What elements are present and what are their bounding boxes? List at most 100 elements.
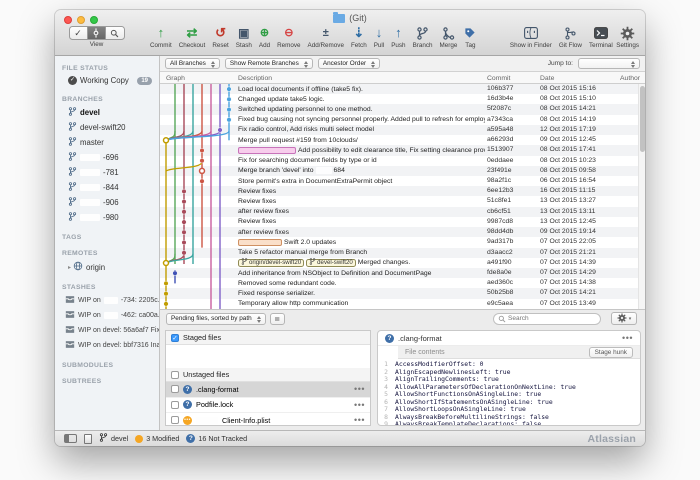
toolbar-remove-button[interactable]: ⊖Remove <box>277 25 300 49</box>
gear-icon <box>617 313 627 325</box>
commit-date: 13 Oct 2015 12:45 <box>540 217 596 227</box>
sidebar-item-wip-on[interactable]: WIP on-734: 2205c... <box>55 293 159 308</box>
unstaged-files-header: Unstaged files <box>166 368 370 382</box>
toolbar-tag-button[interactable]: Tag <box>464 25 476 49</box>
branch-icon <box>68 212 77 223</box>
commit-list: Load local documents if offline (take5 f… <box>160 84 645 309</box>
redacted-text <box>80 169 100 176</box>
bottom-panels: ✓ Staged files Unstaged files ? .clang-f… <box>160 327 645 430</box>
file-row--clang-format[interactable]: ? .clang-format ••• <box>166 382 370 398</box>
sidebar-item-label: -844 <box>103 183 119 192</box>
view-segment-log-icon[interactable] <box>88 27 106 39</box>
file-checkbox[interactable] <box>171 401 179 409</box>
toolbar-push-button[interactable]: ↑Push <box>391 25 405 49</box>
unstaged-checkbox[interactable] <box>171 371 179 379</box>
file-row-client-info-plist[interactable]: ••• Client-Info.plist ••• <box>166 413 370 426</box>
toolbar-button-label: Show in Finder <box>510 42 552 49</box>
sidebar-item-wip-on-devel-56a6af7-fixe-[interactable]: WIP on devel: 56a6af7 Fixe... <box>55 323 159 338</box>
chevron-down-icon: ▾ <box>629 316 632 322</box>
diff-options-button[interactable]: ▾ <box>611 312 637 325</box>
sidebar-item--980[interactable]: -980 <box>55 210 159 225</box>
toolbar-show-in-finder-button[interactable]: Show in Finder <box>510 25 552 49</box>
toolbar-commit-button[interactable]: ↑Commit <box>150 25 172 49</box>
file-row-podfile-lock[interactable]: ? Podfile.lock ••• <box>166 398 370 414</box>
toolbar-pull-button[interactable]: ↓Pull <box>374 25 385 49</box>
description-cell: Fixed bug causing not syncing personnel … <box>238 115 485 125</box>
toolbar-button-label: Add/Remove <box>308 42 344 49</box>
file-checkbox[interactable] <box>171 385 179 393</box>
line-number: 9 <box>378 421 395 425</box>
column-header-date[interactable]: Date <box>540 75 554 82</box>
commit-hash: 6ee12b3 <box>487 186 513 196</box>
toolbar-fetch-button[interactable]: ⇣Fetch <box>351 25 367 49</box>
description-cell: Swift 2.0 updates <box>238 237 485 247</box>
sidebar-item--696[interactable]: -696 <box>55 150 159 165</box>
staged-checkbox[interactable]: ✓ <box>171 334 179 342</box>
toolbar-checkout-button[interactable]: ⇄Checkout <box>179 25 206 49</box>
view-segment-checkmark-icon[interactable]: ✓ <box>70 27 88 39</box>
toolbar-terminal-button[interactable]: Terminal <box>589 25 613 49</box>
commit-hash: 51c8fe1 <box>487 196 511 206</box>
sidebar-item-master[interactable]: master <box>55 135 159 150</box>
sidebar-item-working-copy[interactable]: ✓Working Copy19 <box>55 74 159 87</box>
file-actions-menu[interactable]: ••• <box>354 416 365 424</box>
toolbar-add-button[interactable]: ⊕Add <box>259 25 270 49</box>
sidebar-toggle-icon[interactable] <box>64 434 77 443</box>
file-actions-menu[interactable]: ••• <box>622 334 633 342</box>
file-actions-menu[interactable]: ••• <box>354 385 365 393</box>
branch-icon <box>68 107 77 118</box>
sidebar-item-devel-swift20[interactable]: devel-swift20 <box>55 120 159 135</box>
search-input[interactable] <box>508 315 588 322</box>
toolbar-add-remove-button[interactable]: ±Add/Remove <box>308 25 344 49</box>
chevron-right-icon[interactable]: ▸ <box>68 264 71 271</box>
current-branch-label: devel <box>111 434 128 443</box>
column-header-graph[interactable]: Graph <box>166 75 185 82</box>
file-actions-menu[interactable]: ••• <box>354 401 365 409</box>
file-status-view-icon[interactable] <box>84 434 92 444</box>
toolbar-git-flow-button[interactable]: Git Flow <box>559 25 582 49</box>
sidebar-item-wip-on-devel-bbf7316-ina-[interactable]: WIP on devel: bbf7316 Ina... <box>55 338 159 353</box>
filter-dropdown-ancestor-order[interactable]: Ancestor Order <box>318 58 380 70</box>
commit-list-scrollbar[interactable] <box>638 84 645 309</box>
filter-dropdown-all-branches[interactable]: All Branches <box>165 58 220 70</box>
filter-dropdown-show-remote-branches[interactable]: Show Remote Branches <box>225 58 313 70</box>
stage-hunk-button[interactable]: Stage hunk <box>589 347 633 358</box>
untracked-file-icon: ? <box>183 400 192 409</box>
column-header-description[interactable]: Description <box>238 75 272 82</box>
search-box[interactable] <box>493 313 601 325</box>
sidebar-item--781[interactable]: -781 <box>55 165 159 180</box>
main-pane: All Branches Show Remote Branches Ancestor… <box>160 56 645 430</box>
sidebar-item-origin[interactable]: ▸origin <box>55 259 159 275</box>
file-checkbox[interactable] <box>171 416 179 424</box>
branch-icon <box>68 122 77 133</box>
sidebar-item--906[interactable]: -906 <box>55 195 159 210</box>
description-cell: Review fixes <box>238 186 485 196</box>
view-segment-search-icon[interactable] <box>106 27 124 39</box>
column-header-commit[interactable]: Commit <box>487 75 510 82</box>
modified-file-icon: ••• <box>183 416 192 425</box>
toolbar-stash-button[interactable]: ▣Stash <box>236 25 252 49</box>
count-badge: 19 <box>137 77 152 85</box>
toolbar-settings-button[interactable]: Settings <box>616 25 639 49</box>
redacted-text <box>104 312 118 319</box>
commit-message: Review fixes <box>238 198 276 205</box>
sidebar-item-label: -980 <box>103 213 119 222</box>
sidebar-item--844[interactable]: -844 <box>55 180 159 195</box>
pending-files-dropdown[interactable]: Pending files, sorted by path <box>166 313 266 325</box>
column-header-author[interactable]: Author <box>620 75 640 82</box>
toolbar-reset-button[interactable]: ↺Reset <box>212 25 228 49</box>
branch-label-pill: origin/devel-swift20 <box>238 259 304 267</box>
toolbar-merge-button[interactable]: Merge <box>440 25 458 49</box>
sidebar-section-stashes: STASHES <box>62 284 159 291</box>
toolbar-branch-button[interactable]: Branch <box>413 25 433 49</box>
commit-hash: 0eddaee <box>487 156 513 166</box>
branch-label-pill: devel-swift20 <box>306 259 356 267</box>
commit-hash: 5f2087c <box>487 104 511 114</box>
sidebar-item-devel[interactable]: devel <box>55 105 159 120</box>
scrollbar-thumb[interactable] <box>640 86 645 152</box>
jump-to-dropdown[interactable] <box>578 58 640 70</box>
commit-date: 07 Oct 2015 14:21 <box>540 288 596 298</box>
finder-icon <box>524 25 538 41</box>
file-view-toggle-button[interactable]: ≣ <box>270 313 285 325</box>
sidebar-item-wip-on[interactable]: WIP on-462: ca00a... <box>55 308 159 323</box>
